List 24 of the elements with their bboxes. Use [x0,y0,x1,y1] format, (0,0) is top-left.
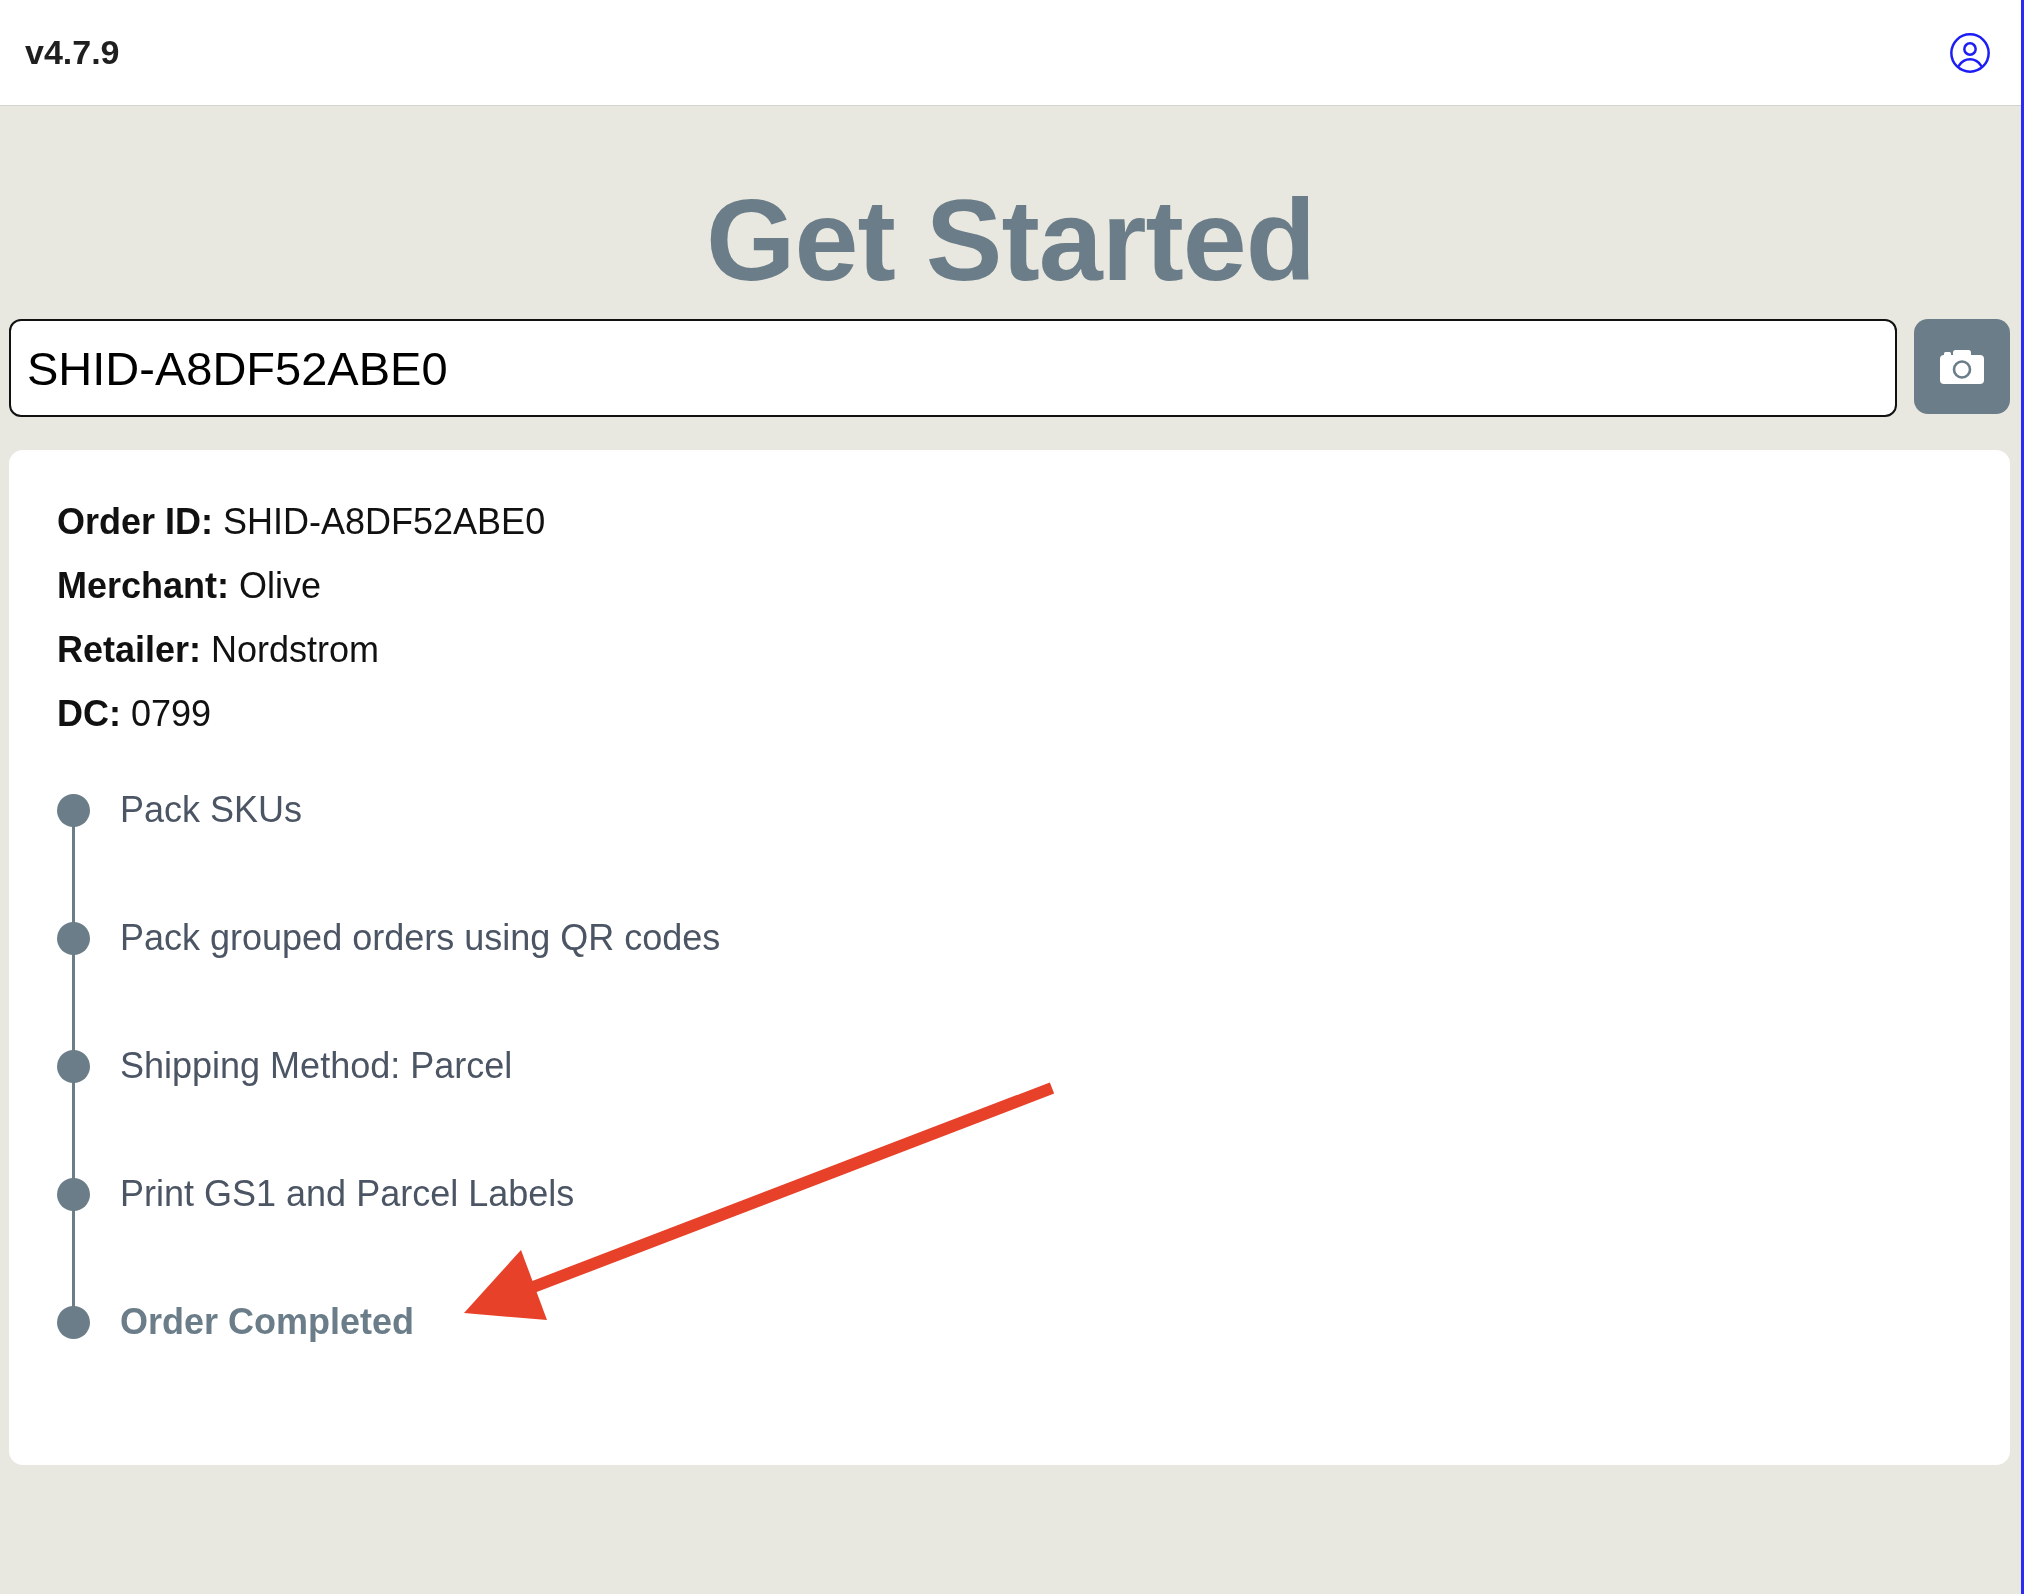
timeline-dot-icon [57,1049,90,1083]
timeline-dot-icon [57,1177,90,1211]
step-label: Order Completed [120,1301,415,1343]
page-title: Get Started [706,175,1315,305]
step-label: Print GS1 and Parcel Labels [120,1173,575,1215]
detail-value: SHID-A8DF52ABE0 [223,501,546,543]
step-label: Pack SKUs [120,789,303,831]
detail-label: Merchant: [57,565,230,607]
detail-label: DC: [57,693,121,735]
timeline-dot-icon [57,1305,90,1339]
step-label: Pack grouped orders using QR codes [120,917,721,959]
timeline-dot-icon [57,793,90,827]
order-id-input-field[interactable]: SHID-A8DF52ABE0 [9,319,1897,417]
detail-label: Order ID: [57,501,214,543]
camera-button[interactable] [1914,319,2010,414]
camera-icon [1940,349,1984,384]
step-label: Shipping Method: Parcel [120,1045,513,1087]
detail-value: Olive [239,565,322,607]
user-icon[interactable] [1950,32,1990,73]
detail-value: Nordstrom [211,629,380,671]
timeline-dot-icon [57,921,90,955]
detail-value: 0799 [131,693,212,735]
detail-label: Retailer: [57,629,202,671]
version-label: v4.7.9 [25,33,120,72]
